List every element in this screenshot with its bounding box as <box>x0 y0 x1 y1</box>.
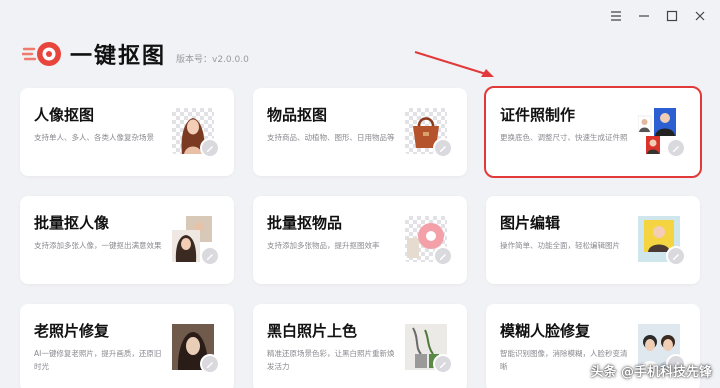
card-bw-colorize[interactable]: 黑白照片上色 精准还原场景色彩，让黑白照片重新焕发活力 <box>253 304 467 388</box>
card-title: 证件照制作 <box>500 106 576 124</box>
card-description: 操作简单、功能全面，轻松编辑图片 <box>500 241 620 250</box>
edit-icon <box>200 138 220 158</box>
window-controls <box>606 6 710 26</box>
edit-icon <box>666 138 686 158</box>
colorize-thumbnail <box>405 324 453 374</box>
card-description: 支持单人、多人、各类人像复杂场景 <box>34 133 154 142</box>
card-title: 批量抠人像 <box>34 214 110 232</box>
edit-icon <box>433 138 453 158</box>
batch-portrait-thumbnail <box>172 216 220 266</box>
version-label: 版本号：v2.0.0.0 <box>176 54 249 65</box>
card-batch-portrait[interactable]: 批量抠人像 支持添加多张人像，一键抠出满意效果 <box>20 196 234 284</box>
edit-icon <box>200 246 220 266</box>
edit-icon <box>433 354 453 374</box>
card-title: 批量抠物品 <box>267 214 343 232</box>
app-title: 一键抠图 <box>70 44 167 69</box>
id-photo-thumbnail <box>638 108 686 158</box>
card-description: 支持添加多张人像，一键抠出满意效果 <box>34 241 162 250</box>
image-edit-thumbnail <box>638 216 686 266</box>
card-portrait-cutout[interactable]: 人像抠图 支持单人、多人、各类人像复杂场景 <box>20 88 234 176</box>
card-image-edit[interactable]: 图片编辑 操作简单、功能全面，轻松编辑图片 <box>486 196 700 284</box>
card-title: 老照片修复 <box>34 322 110 340</box>
card-old-photo-restore[interactable]: 老照片修复 AI一键修复老照片，提升画质，还原旧时光 <box>20 304 234 388</box>
card-title: 图片编辑 <box>500 214 561 232</box>
card-description: AI一键修复老照片，提升画质，还原旧时光 <box>34 349 162 371</box>
card-description: 更换底色、调整尺寸、快速生成证件照 <box>500 133 628 142</box>
card-title: 物品抠图 <box>267 106 328 124</box>
minimize-icon[interactable] <box>634 6 654 26</box>
app-logo-icon <box>20 40 64 68</box>
close-icon[interactable] <box>690 6 710 26</box>
source-watermark: 头条 @手机科技先锋 <box>590 365 712 380</box>
edit-icon <box>433 246 453 266</box>
card-description: 支持添加多张物品，提升抠图效率 <box>267 241 380 250</box>
card-description: 精准还原场景色彩，让黑白照片重新焕发活力 <box>267 349 395 371</box>
old-photo-thumbnail <box>172 324 220 374</box>
card-id-photo[interactable]: 证件照制作 更换底色、调整尺寸、快速生成证件照 <box>484 86 702 178</box>
card-batch-item[interactable]: 批量抠物品 支持添加多张物品，提升抠图效率 <box>253 196 467 284</box>
menu-icon[interactable] <box>606 6 626 26</box>
batch-item-thumbnail <box>405 216 453 266</box>
edit-icon <box>666 246 686 266</box>
maximize-icon[interactable] <box>662 6 682 26</box>
card-title: 模糊人脸修复 <box>500 322 591 340</box>
handbag-thumbnail <box>405 108 453 158</box>
card-item-cutout[interactable]: 物品抠图 支持商品、动植物、图形、日用物品等 <box>253 88 467 176</box>
app-header: 一键抠图 版本号：v2.0.0.0 <box>20 38 249 70</box>
card-title: 人像抠图 <box>34 106 95 124</box>
edit-icon <box>200 354 220 374</box>
feature-grid: 人像抠图 支持单人、多人、各类人像复杂场景 物品抠图 支持商品、动植物、图形、日… <box>20 86 702 388</box>
card-description: 支持商品、动植物、图形、日用物品等 <box>267 133 395 142</box>
portrait-thumbnail <box>172 108 220 158</box>
card-title: 黑白照片上色 <box>267 322 358 340</box>
